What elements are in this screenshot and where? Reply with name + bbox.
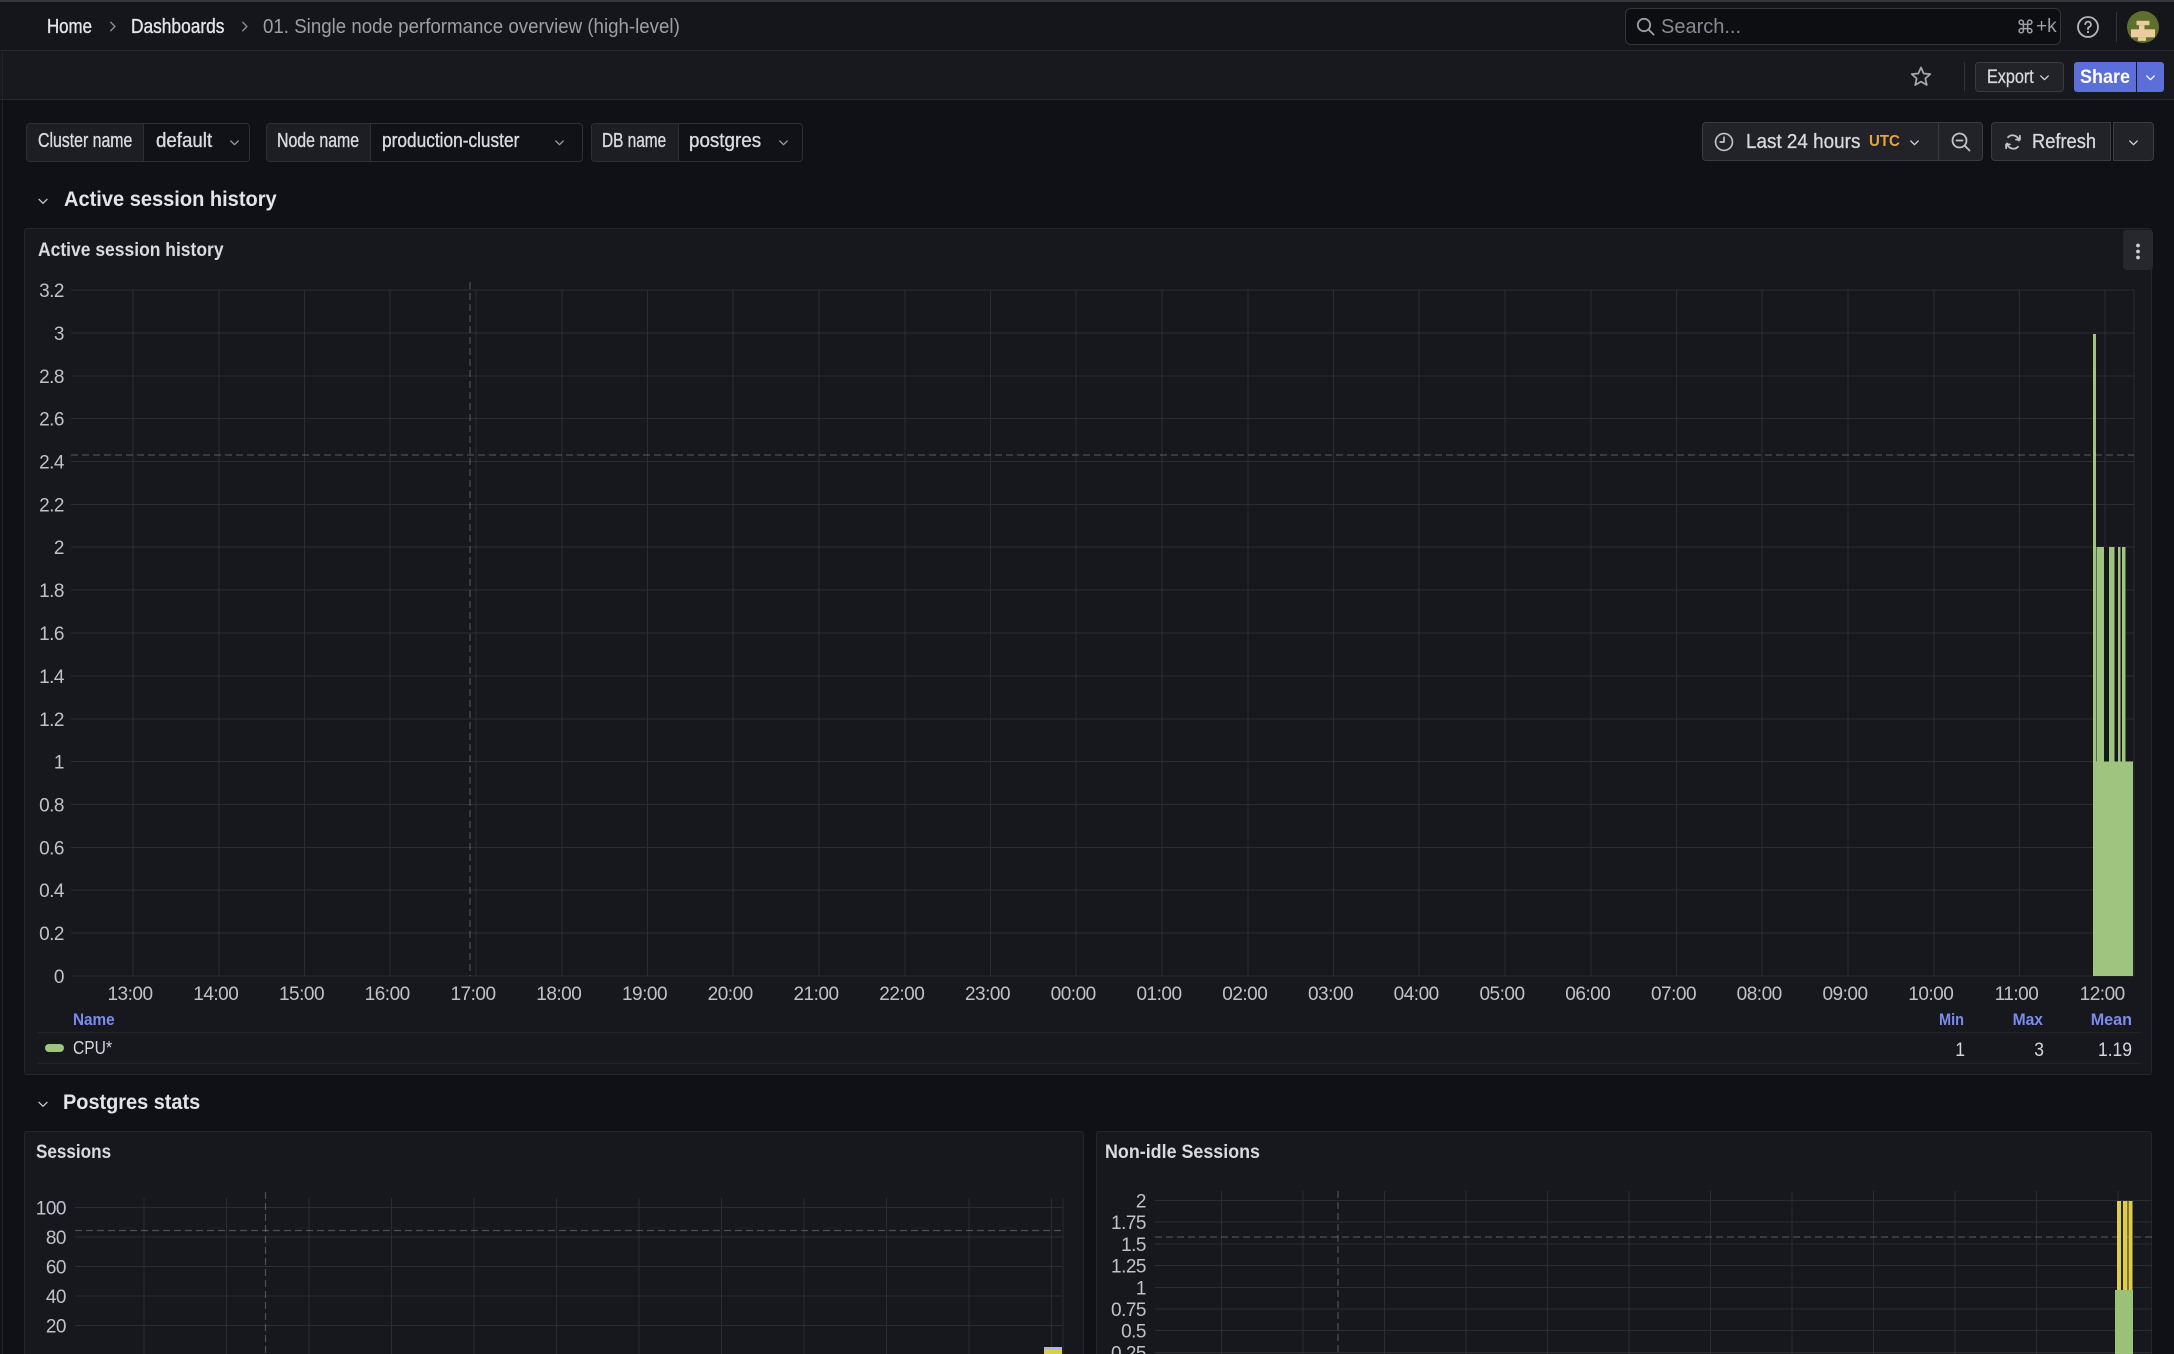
svg-text:07:00: 07:00 (1651, 984, 1696, 1005)
svg-text:2: 2 (1136, 1192, 1146, 1213)
svg-text:2.4: 2.4 (39, 453, 65, 474)
svg-text:1.25: 1.25 (1111, 1257, 1146, 1278)
svg-text:3: 3 (54, 324, 64, 345)
svg-text:12:00: 12:00 (2080, 984, 2125, 1005)
svg-text:08:00: 08:00 (1737, 984, 1782, 1005)
svg-text:05:00: 05:00 (1479, 984, 1524, 1005)
svg-text:06:00: 06:00 (1565, 984, 1610, 1005)
svg-text:1.8: 1.8 (39, 581, 64, 602)
svg-text:0.4: 0.4 (39, 881, 65, 902)
svg-text:40: 40 (46, 1287, 66, 1308)
svg-text:18:00: 18:00 (536, 984, 581, 1005)
svg-text:100: 100 (36, 1198, 66, 1219)
svg-text:19:00: 19:00 (622, 984, 667, 1005)
svg-text:03:00: 03:00 (1308, 984, 1353, 1005)
svg-text:60: 60 (46, 1257, 66, 1278)
svg-text:20: 20 (46, 1316, 66, 1337)
svg-text:17:00: 17:00 (450, 984, 495, 1005)
svg-text:11:00: 11:00 (1995, 984, 2039, 1005)
svg-text:1: 1 (54, 753, 64, 774)
svg-text:2: 2 (54, 538, 64, 559)
svg-text:1.4: 1.4 (39, 667, 65, 688)
svg-text:13:00: 13:00 (107, 984, 152, 1005)
svg-text:23:00: 23:00 (965, 984, 1010, 1005)
svg-text:1: 1 (1136, 1278, 1146, 1299)
svg-text:0.6: 0.6 (39, 838, 64, 859)
svg-text:3.2: 3.2 (39, 281, 64, 302)
svg-text:16:00: 16:00 (365, 984, 410, 1005)
svg-text:0.8: 0.8 (39, 796, 64, 817)
svg-text:20:00: 20:00 (708, 984, 753, 1005)
svg-text:0.25: 0.25 (1111, 1343, 1146, 1354)
svg-text:01:00: 01:00 (1136, 984, 1181, 1005)
svg-text:22:00: 22:00 (879, 984, 924, 1005)
svg-text:2.2: 2.2 (39, 495, 64, 516)
svg-text:21:00: 21:00 (793, 984, 838, 1005)
svg-text:0.5: 0.5 (1121, 1322, 1146, 1343)
svg-text:15:00: 15:00 (279, 984, 324, 1005)
svg-text:0: 0 (54, 967, 64, 988)
svg-text:80: 80 (46, 1228, 66, 1249)
svg-text:1.75: 1.75 (1111, 1213, 1146, 1234)
svg-text:1.6: 1.6 (39, 624, 64, 645)
svg-text:1.5: 1.5 (1121, 1235, 1146, 1256)
svg-text:0.75: 0.75 (1111, 1300, 1146, 1321)
svg-text:04:00: 04:00 (1394, 984, 1439, 1005)
svg-text:0.2: 0.2 (39, 924, 64, 945)
svg-text:10:00: 10:00 (1908, 984, 1953, 1005)
svg-text:09:00: 09:00 (1822, 984, 1867, 1005)
svg-text:2.8: 2.8 (39, 367, 64, 388)
svg-text:00:00: 00:00 (1051, 984, 1096, 1005)
svg-text:14:00: 14:00 (193, 984, 238, 1005)
svg-text:02:00: 02:00 (1222, 984, 1267, 1005)
svg-text:2.6: 2.6 (39, 410, 64, 431)
svg-text:1.2: 1.2 (39, 710, 64, 731)
